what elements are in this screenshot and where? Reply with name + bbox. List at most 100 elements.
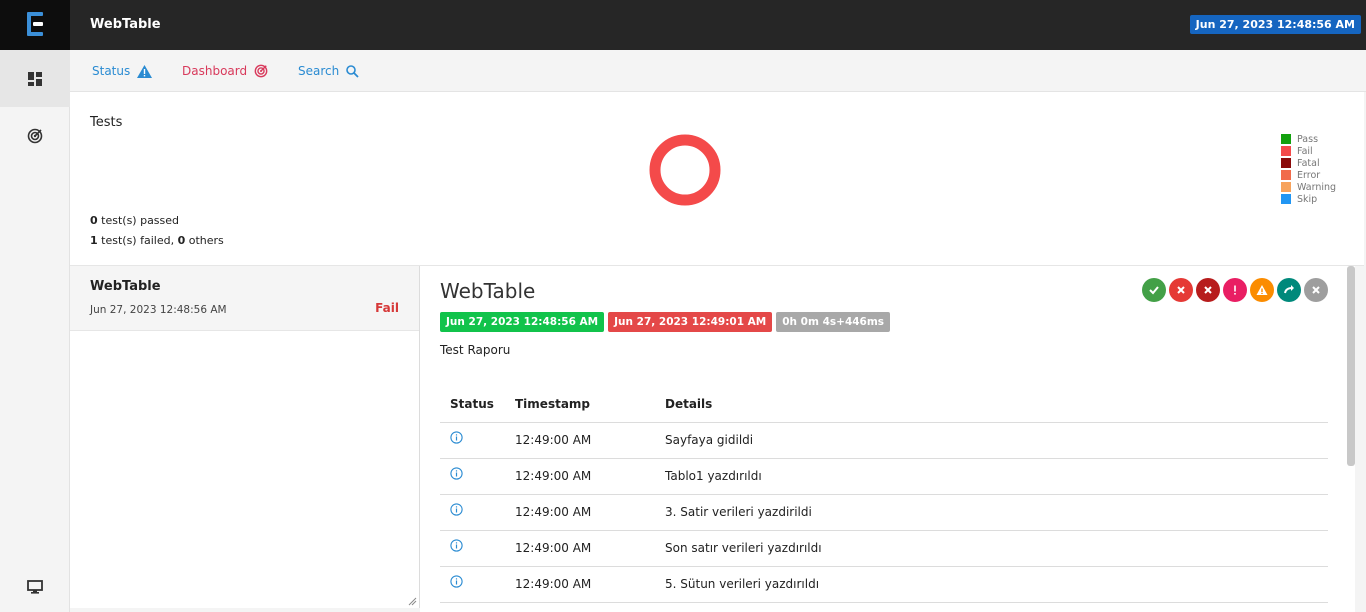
legend-item[interactable]: Fail xyxy=(1281,145,1336,157)
legend-label: Fail xyxy=(1297,145,1313,157)
row-status xyxy=(440,458,505,495)
row-timestamp: 12:49:00 AM xyxy=(505,458,655,495)
table-row: 12:49:00 AM 5. Sütun verileri yazdırıldı xyxy=(440,566,1328,603)
legend-swatch xyxy=(1281,158,1291,168)
failed-text: test(s) failed, xyxy=(97,234,178,247)
pass-filter-button[interactable] xyxy=(1142,278,1166,302)
monitor-icon xyxy=(27,579,43,594)
info-icon xyxy=(450,538,463,552)
row-details: 5. Sütun verileri yazdırıldı xyxy=(655,566,1328,603)
search-link[interactable]: Search xyxy=(298,64,359,78)
dashboard-title: Tests xyxy=(90,115,123,130)
exclamation-icon xyxy=(1234,285,1236,295)
log-table-header: Status Timestamp Details xyxy=(440,387,1328,423)
row-details: Son satır verileri yazdırıldı xyxy=(655,530,1328,567)
dashboard-card: Tests 0 test(s) passed 1 test(s) failed,… xyxy=(70,92,1364,266)
row-details: Sayfaya gidildi xyxy=(655,422,1328,459)
warning-triangle-icon xyxy=(137,64,153,78)
info-icon xyxy=(450,430,463,444)
radar-icon xyxy=(27,128,43,143)
legend-label: Pass xyxy=(1297,133,1319,145)
test-name: WebTable xyxy=(90,279,161,294)
fatal-filter-button[interactable] xyxy=(1196,278,1220,302)
dashboard-link[interactable]: Dashboard xyxy=(182,64,268,78)
test-list-item[interactable]: WebTable Jun 27, 2023 12:48:56 AM Fail xyxy=(70,266,419,331)
table-row: 12:49:00 AM Tablo1 yazdırıldı xyxy=(440,458,1328,495)
nav-test-view-button[interactable] xyxy=(0,50,70,107)
passed-text: test(s) passed xyxy=(97,214,180,227)
info-icon xyxy=(450,574,463,588)
error-filter-button[interactable] xyxy=(1223,278,1247,302)
status-filter-menu[interactable]: Status xyxy=(92,64,153,78)
row-status xyxy=(440,422,505,459)
logo[interactable] xyxy=(0,0,70,50)
legend-label: Warning xyxy=(1297,181,1337,193)
warning-filter-button[interactable] xyxy=(1250,278,1274,302)
close-icon xyxy=(1312,286,1320,294)
warning-icon xyxy=(1256,285,1268,295)
details-column-header: Details xyxy=(655,387,1328,423)
resize-grip-icon[interactable] xyxy=(408,597,417,606)
test-start-time: Jun 27, 2023 12:48:56 AM xyxy=(90,304,227,316)
search-link-label: Search xyxy=(298,64,340,78)
passed-stat: 0 test(s) passed xyxy=(90,211,224,231)
test-list-panel: WebTable Jun 27, 2023 12:48:56 AM Fail xyxy=(70,266,420,608)
radar-icon xyxy=(254,64,268,78)
row-status xyxy=(440,530,505,567)
legend-item[interactable]: Pass xyxy=(1281,133,1336,145)
failed-stat: 1 test(s) failed, 0 others xyxy=(90,231,224,251)
row-status xyxy=(440,494,505,531)
clear-filter-button[interactable] xyxy=(1304,278,1328,302)
legend-item[interactable]: Fatal xyxy=(1281,157,1336,169)
fail-filter-button[interactable] xyxy=(1169,278,1193,302)
test-detail-panel: WebTable Jun 27, 2023 12:48:56 AM Jun 27… xyxy=(420,266,1355,612)
test-status-donut-chart xyxy=(649,134,721,206)
legend-item[interactable]: Error xyxy=(1281,169,1336,181)
top-bar: WebTable Jun 27, 2023 12:48:56 AM xyxy=(0,0,1366,50)
nav-dashboard-button[interactable] xyxy=(0,107,70,164)
redo-icon xyxy=(1284,285,1294,294)
test-stats: 0 test(s) passed 1 test(s) failed, 0 oth… xyxy=(90,211,224,251)
end-time-badge: Jun 27, 2023 12:49:01 AM xyxy=(608,312,773,332)
detail-title: WebTable xyxy=(440,279,536,303)
extent-logo-icon xyxy=(27,12,43,36)
sub-nav: Status Dashboard Search xyxy=(70,50,1366,92)
legend-swatch xyxy=(1281,182,1291,192)
side-nav xyxy=(0,50,70,612)
table-row: 12:49:00 AM Sayfaya gidildi xyxy=(440,422,1328,459)
dashboard-grid-icon xyxy=(28,71,42,86)
time-badges: Jun 27, 2023 12:48:56 AM Jun 27, 2023 12… xyxy=(440,312,891,332)
nav-environment-button[interactable] xyxy=(0,558,70,612)
log-table: Status Timestamp Details 12:49:00 AM Sayf… xyxy=(440,387,1328,603)
legend-swatch xyxy=(1281,134,1291,144)
table-row: 12:49:00 AM Son satır verileri yazdırıldı xyxy=(440,530,1328,567)
app-title: WebTable xyxy=(90,17,161,32)
status-filter-buttons xyxy=(1142,278,1328,302)
failed-count: 1 xyxy=(90,234,98,247)
legend-label: Skip xyxy=(1297,193,1318,205)
legend-swatch xyxy=(1281,170,1291,180)
check-icon xyxy=(1149,286,1159,295)
skip-filter-button[interactable] xyxy=(1277,278,1301,302)
legend-item[interactable]: Warning xyxy=(1281,181,1336,193)
start-time-badge: Jun 27, 2023 12:48:56 AM xyxy=(440,312,605,332)
row-status xyxy=(440,566,505,603)
table-row: 12:49:00 AM 3. Satir verileri yazdirildi xyxy=(440,494,1328,531)
legend-swatch xyxy=(1281,146,1291,156)
close-icon xyxy=(1177,286,1185,294)
passed-count: 0 xyxy=(90,214,98,227)
legend-item[interactable]: Skip xyxy=(1281,193,1336,205)
others-text: others xyxy=(185,234,224,247)
status-column-header: Status xyxy=(440,387,505,423)
row-timestamp: 12:49:00 AM xyxy=(505,566,655,603)
info-icon xyxy=(450,466,463,480)
row-details: 3. Satir verileri yazdirildi xyxy=(655,494,1328,531)
legend-swatch xyxy=(1281,194,1291,204)
timestamp-column-header: Timestamp xyxy=(505,387,655,423)
legend-label: Fatal xyxy=(1297,157,1320,169)
scrollbar[interactable] xyxy=(1347,266,1355,466)
info-icon xyxy=(450,502,463,516)
row-details: Tablo1 yazdırıldı xyxy=(655,458,1328,495)
status-menu-label: Status xyxy=(92,64,131,78)
row-timestamp: 12:49:00 AM xyxy=(505,530,655,567)
